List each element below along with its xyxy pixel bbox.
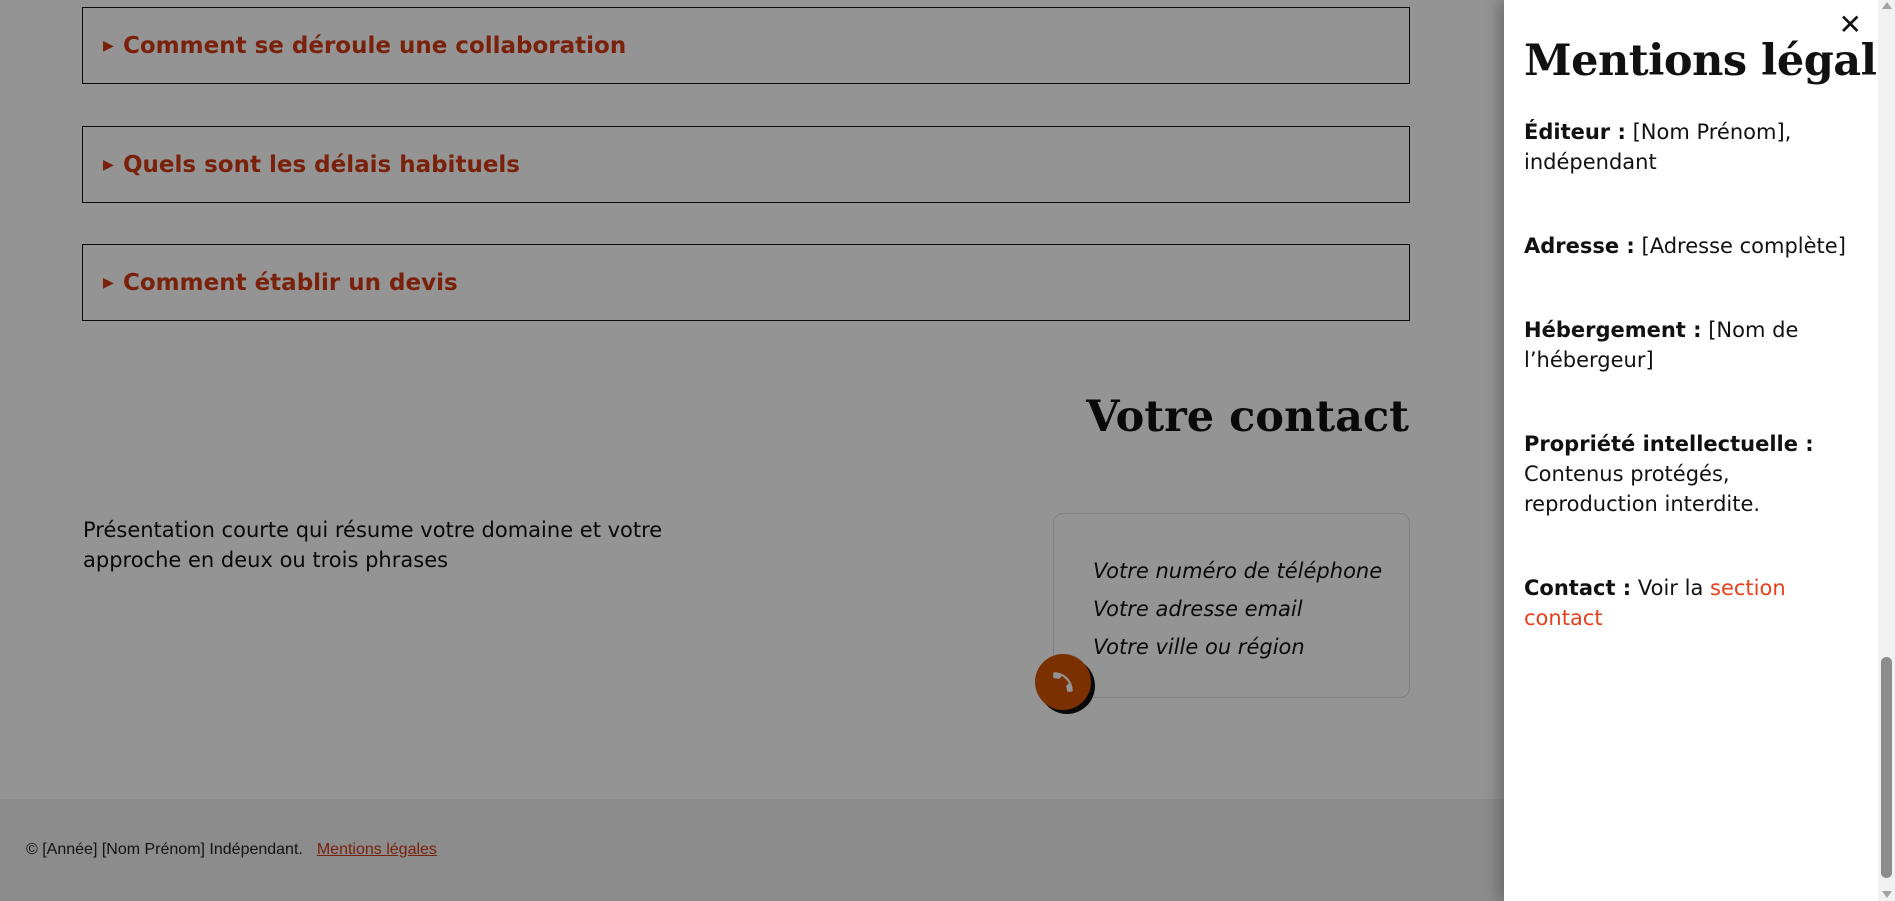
legal-hosting: Hébergement : [Nom de l’hébergeur] <box>1524 315 1869 375</box>
legal-contact: Contact : Voir la section contact <box>1524 573 1869 633</box>
address-label: Adresse : <box>1524 234 1635 258</box>
address-value: [Adresse complète] <box>1641 234 1846 258</box>
scroll-up-arrow-icon[interactable] <box>1882 2 1892 9</box>
scrollbar[interactable] <box>1878 0 1895 901</box>
contact-text: Voir la <box>1637 576 1704 600</box>
hosting-label: Hébergement : <box>1524 318 1702 342</box>
legal-intellectual-property: Propriété intellectuelle : Contenus prot… <box>1524 429 1869 519</box>
legal-editor: Éditeur : [Nom Prénom], indépendant <box>1524 117 1869 177</box>
ip-value: Contenus protégés, reproduction interdit… <box>1524 462 1761 516</box>
scroll-down-arrow-icon[interactable] <box>1882 891 1892 898</box>
ip-label: Propriété intellectuelle : <box>1524 432 1814 456</box>
close-icon[interactable]: ✕ <box>1839 10 1862 40</box>
contact-label: Contact : <box>1524 576 1632 600</box>
legal-notice-panel: ✕ Mentions légales Éditeur : [Nom Prénom… <box>1504 0 1895 901</box>
panel-title: Mentions légales <box>1524 36 1895 86</box>
modal-backdrop[interactable] <box>0 0 1504 901</box>
legal-address: Adresse : [Adresse complète] <box>1524 231 1869 261</box>
scrollbar-thumb[interactable] <box>1881 657 1892 878</box>
editor-label: Éditeur : <box>1524 120 1626 144</box>
